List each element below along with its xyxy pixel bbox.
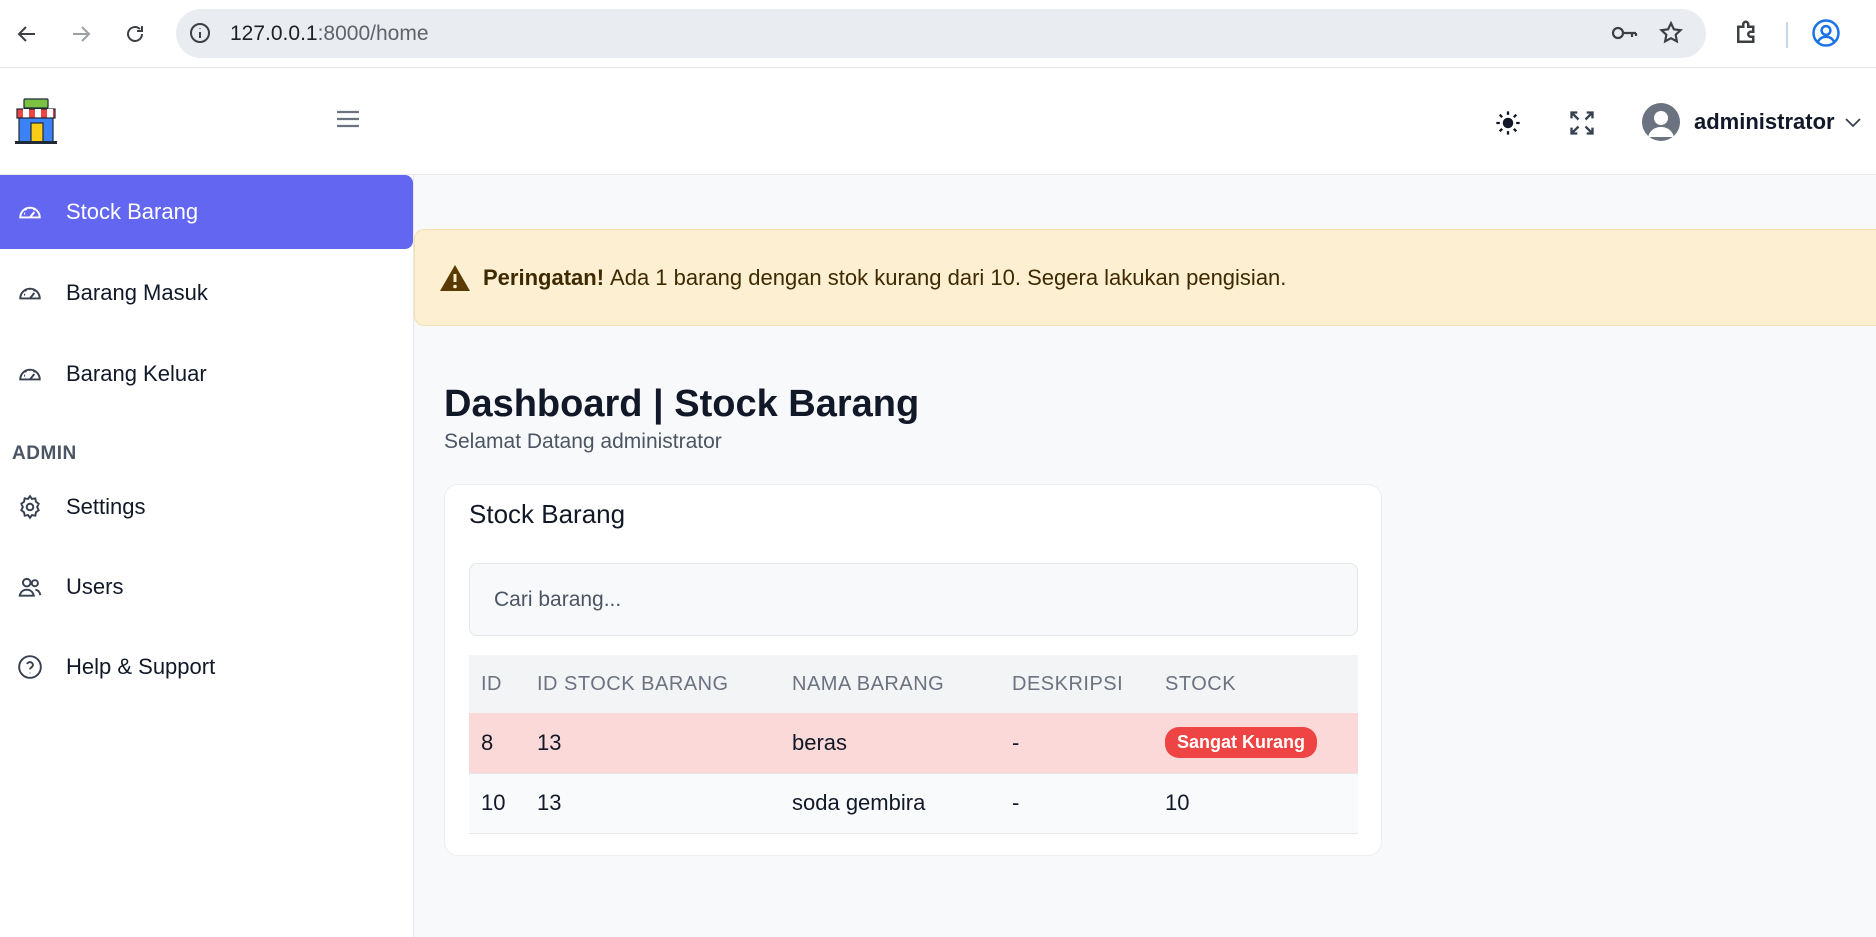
search-input[interactable] [469, 563, 1358, 636]
url-host: 127.0.0.1 [230, 22, 318, 45]
reload-icon[interactable] [115, 14, 155, 54]
column-header-stock: STOCK [1153, 655, 1358, 713]
avatar [1642, 103, 1680, 141]
stock-table: ID ID STOCK BARANG NAMA BARANG DESKRIPSI… [469, 655, 1358, 834]
gear-icon [16, 493, 44, 521]
address-bar[interactable]: 127.0.0.1:8000/home [176, 9, 1706, 58]
sidebar-item-label: Stock Barang [66, 199, 199, 224]
sun-icon[interactable] [1494, 109, 1522, 137]
sidebar-item-settings[interactable]: Settings [0, 470, 413, 544]
user-name: administrator [1694, 109, 1835, 134]
url-text[interactable]: 127.0.0.1:8000/home [230, 22, 429, 46]
help-icon [16, 653, 44, 681]
users-icon [16, 573, 44, 601]
cell-id-stock: 13 [525, 713, 780, 774]
dashboard-gauge-icon [16, 279, 44, 307]
chevron-down-icon [1844, 118, 1861, 128]
cell-nama: beras [780, 713, 1000, 774]
sidebar-section-admin: ADMIN [12, 443, 77, 464]
toolbar-divider [1786, 22, 1788, 48]
browser-toolbar: 127.0.0.1:8000/home [0, 0, 1876, 68]
cell-id: 8 [469, 713, 525, 774]
sidebar-item-stock-barang[interactable]: Stock Barang [0, 175, 413, 249]
shop-logo[interactable] [12, 97, 60, 145]
sidebar: Stock Barang Barang Masuk Barang Keluar … [0, 175, 414, 937]
sidebar-item-label: Barang Masuk [66, 280, 208, 305]
cell-deskripsi: - [1000, 713, 1153, 774]
cell-stock: 10 [1153, 773, 1358, 834]
forward-icon[interactable] [61, 14, 101, 54]
back-icon[interactable] [7, 14, 47, 54]
column-header-nama: NAMA BARANG [780, 655, 1000, 713]
cell-id: 10 [469, 773, 525, 834]
stock-card: Stock Barang ID ID STOCK BARANG NAMA BAR… [444, 484, 1382, 856]
fullscreen-icon[interactable] [1568, 109, 1596, 137]
cell-nama: soda gembira [780, 773, 1000, 834]
app-header: administrator [0, 69, 1876, 175]
sidebar-item-users[interactable]: Users [0, 550, 413, 624]
alert-title: Peringatan! [483, 264, 605, 290]
column-header-id-stock: ID STOCK BARANG [525, 655, 780, 713]
sidebar-item-help-support[interactable]: Help & Support [0, 630, 413, 704]
cell-id-stock: 13 [525, 773, 780, 834]
extensions-puzzle-icon[interactable] [1732, 18, 1762, 48]
table-row[interactable]: 10 13 soda gembira - 10 [469, 773, 1358, 834]
bookmark-star-icon[interactable] [1658, 20, 1684, 46]
sidebar-item-barang-keluar[interactable]: Barang Keluar [0, 337, 413, 411]
low-stock-alert: Peringatan! Ada 1 barang dengan stok kur… [414, 229, 1876, 326]
warning-icon [440, 264, 470, 291]
column-header-id: ID [469, 655, 525, 713]
table-header-row: ID ID STOCK BARANG NAMA BARANG DESKRIPSI… [469, 655, 1358, 713]
sidebar-item-barang-masuk[interactable]: Barang Masuk [0, 256, 413, 330]
user-menu[interactable]: administrator [1642, 102, 1863, 142]
status-badge: Sangat Kurang [1165, 727, 1318, 759]
sidebar-item-label: Users [66, 574, 124, 599]
menu-toggle-icon[interactable] [334, 107, 362, 131]
cell-stock: Sangat Kurang [1153, 713, 1358, 774]
alert-message: Ada 1 barang dengan stok kurang dari 10.… [610, 264, 1287, 290]
cell-deskripsi: - [1000, 773, 1153, 834]
main-content: Peringatan! Ada 1 barang dengan stok kur… [414, 175, 1876, 937]
dashboard-gauge-icon [16, 198, 44, 226]
site-info-icon[interactable] [188, 21, 212, 45]
column-header-deskripsi: DESKRIPSI [1000, 655, 1153, 713]
password-key-icon[interactable] [1610, 21, 1638, 45]
table-row[interactable]: 8 13 beras - Sangat Kurang [469, 713, 1358, 774]
card-title: Stock Barang [469, 499, 626, 529]
page-title: Dashboard | Stock Barang [444, 383, 920, 425]
sidebar-item-label: Barang Keluar [66, 361, 207, 386]
page-subtitle: Selamat Datang administrator [444, 430, 722, 453]
sidebar-item-label: Help & Support [66, 654, 216, 679]
profile-icon[interactable] [1811, 18, 1841, 48]
sidebar-item-label: Settings [66, 494, 146, 519]
url-path: :8000/home [317, 22, 429, 45]
dashboard-gauge-icon [16, 360, 44, 388]
